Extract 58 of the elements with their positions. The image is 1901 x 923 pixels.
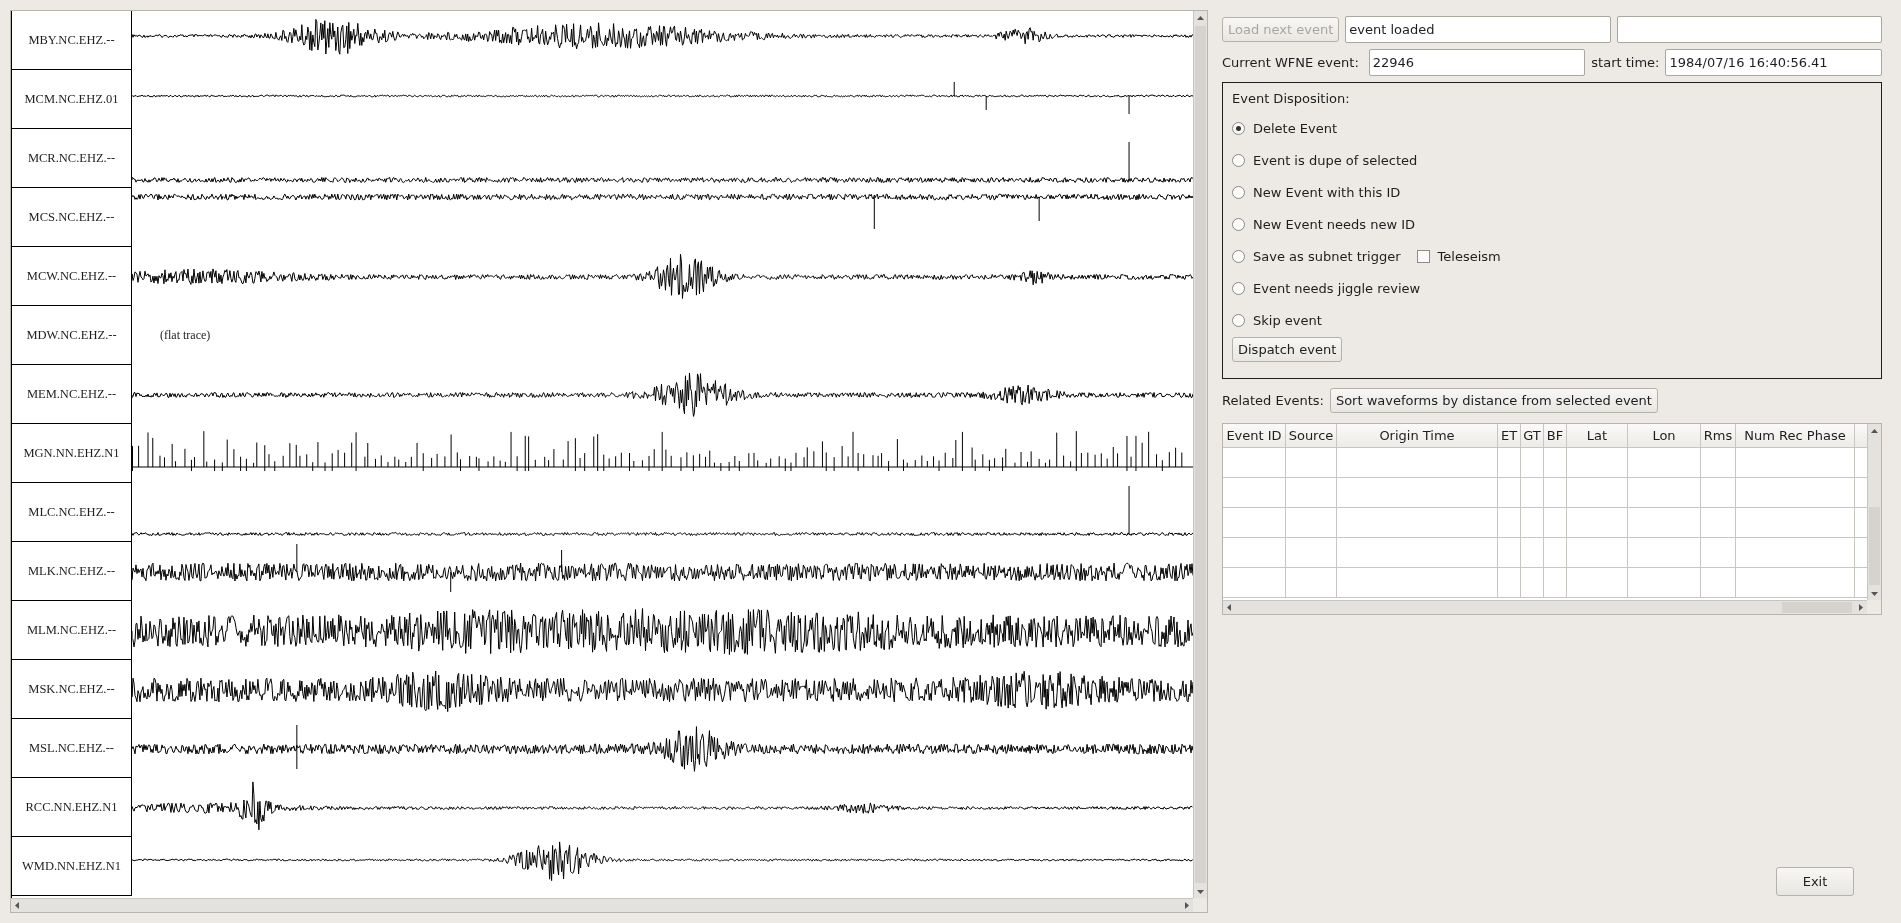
station-label: MLK.NC.EHZ.-- [27, 563, 116, 579]
station-label: MSK.NC.EHZ.-- [28, 681, 115, 697]
radio-button[interactable] [1232, 121, 1245, 135]
station-label: MCS.NC.EHZ.-- [28, 209, 115, 225]
option-label[interactable]: Event is dupe of selected [1253, 152, 1418, 168]
radio-button[interactable] [1232, 249, 1245, 263]
scrollbar-corner [1867, 600, 1881, 614]
station-label: RCC.NN.EHZ.N1 [25, 799, 118, 815]
vertical-scrollbar[interactable] [1193, 11, 1207, 898]
checkbox-label[interactable]: Teleseism [1437, 248, 1501, 264]
option-label[interactable]: Event needs jiggle review [1253, 280, 1421, 296]
station-label: MCR.NC.EHZ.-- [27, 150, 116, 166]
radio-button[interactable] [1232, 217, 1245, 231]
start-time-label: start time: [1591, 55, 1660, 70]
column-header[interactable]: Num Rec Phase [1736, 424, 1855, 447]
related-events-label: Related Events: [1222, 393, 1324, 408]
column-header[interactable]: GT [1521, 424, 1544, 447]
radio-button[interactable] [1232, 153, 1245, 167]
column-header[interactable]: BF [1544, 424, 1567, 447]
column-header[interactable]: Origin Time [1337, 424, 1498, 447]
vertical-scrollbar[interactable] [1867, 424, 1881, 600]
station-label: MSL.NC.EHZ.-- [28, 740, 115, 756]
station-label: MDW.NC.EHZ.-- [26, 327, 117, 343]
station-label: WMD.NN.EHZ.N1 [22, 858, 121, 874]
panel-title: Event Disposition: [1232, 91, 1351, 106]
station-label: MGN.NN.EHZ.N1 [23, 445, 120, 461]
option-label[interactable]: New Event with this ID [1253, 184, 1401, 200]
radio-button[interactable] [1232, 185, 1245, 199]
station-label: MBY.NC.EHZ.-- [28, 32, 115, 48]
status-field[interactable]: event loaded [1345, 16, 1611, 43]
sort-waveforms-button[interactable]: Sort waveforms by distance from selected event [1329, 388, 1658, 413]
option-label[interactable]: Skip event [1253, 312, 1322, 328]
station-label: MLC.NC.EHZ.-- [28, 504, 115, 520]
station-label: MCW.NC.EHZ.-- [26, 268, 117, 284]
radio-button[interactable] [1232, 281, 1245, 295]
station-label: MLM.NC.EHZ.-- [26, 622, 117, 638]
flat-trace-note: (flat trace) [160, 328, 211, 343]
column-header[interactable]: Source [1286, 424, 1337, 447]
event-id-field[interactable]: 22946 [1368, 49, 1586, 76]
station-label: MEM.NC.EHZ.-- [26, 386, 117, 402]
horizontal-scrollbar[interactable] [1223, 600, 1867, 614]
horizontal-scrollbar[interactable] [11, 898, 1193, 912]
column-header[interactable]: Rms [1701, 424, 1736, 447]
start-time-field[interactable]: 1984/07/16 16:40:56.41 [1665, 49, 1882, 76]
station-label: MCM.NC.EHZ.01 [24, 91, 119, 107]
column-header[interactable]: Lon [1628, 424, 1701, 447]
option-label[interactable]: New Event needs new ID [1253, 216, 1416, 232]
option-label[interactable]: Delete Event [1253, 120, 1338, 136]
column-header[interactable]: Lat [1567, 424, 1628, 447]
dispatch-event-button[interactable]: Dispatch event [1232, 337, 1343, 362]
column-header[interactable]: ET [1498, 424, 1521, 447]
checkbox[interactable] [1416, 249, 1430, 263]
text-field[interactable] [1616, 16, 1882, 43]
option-label[interactable]: Save as subnet trigger [1253, 248, 1401, 264]
event-label: Current WFNE event: [1222, 55, 1359, 70]
exit-button[interactable]: Exit [1776, 867, 1854, 896]
column-header[interactable]: Event ID [1223, 424, 1286, 447]
radio-button[interactable] [1232, 313, 1245, 327]
